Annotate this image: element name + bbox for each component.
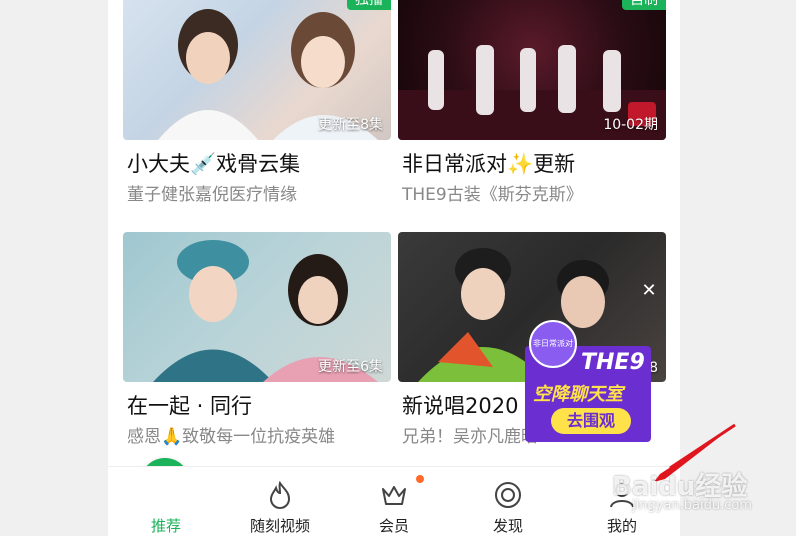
floating-promo-ad[interactable]: 非日常派对 THE9 空降聊天室 去围观 (525, 320, 651, 444)
notification-dot (416, 475, 424, 483)
episode-label: 更新至8集 (318, 117, 383, 133)
tab-label: 随刻视频 (249, 517, 310, 535)
tab-label: 我的 (606, 517, 637, 535)
baidu-watermark-url: jingyan.baidu.com (632, 498, 752, 513)
tab-suike-video[interactable]: 随刻视频 (230, 467, 330, 536)
promo-line1: THE9 (581, 350, 645, 375)
tab-label: 发现 (492, 517, 523, 535)
crown-icon (382, 486, 406, 505)
app-screen: 独播 更新至8集 小大夫💉戏骨云集 董子健张嘉倪医疗情缘 自制 10-02期 非… (108, 0, 680, 536)
flame-icon (269, 480, 291, 509)
exclusive-tag: 独播 (347, 0, 391, 10)
video-subtitle: 感恩🙏致敬每一位抗疫英雄 (127, 427, 336, 447)
tab-label: 推荐 (150, 517, 181, 535)
video-thumbnail[interactable]: 独播 更新至8集 (123, 0, 391, 140)
promo-badge: 非日常派对 (529, 320, 577, 368)
close-icon[interactable]: ✕ (640, 282, 658, 300)
tab-vip[interactable]: 会员 (344, 467, 444, 536)
episode-label: 10-02期 (603, 117, 658, 133)
video-thumbnail[interactable]: 自制 10-02期 (398, 0, 666, 140)
video-thumbnail[interactable]: 更新至6集 (123, 232, 391, 382)
tab-recommend[interactable]: 推荐 (116, 467, 216, 536)
video-subtitle: THE9古装《斯芬克斯》 (402, 185, 583, 205)
bottom-tab-bar: 推荐 随刻视频 会员 发现 我的 (108, 466, 680, 536)
video-subtitle: 董子健张嘉倪医疗情缘 (127, 185, 297, 205)
discover-icon (495, 482, 521, 508)
tab-label: 会员 (378, 517, 409, 535)
video-title[interactable]: 新说唱2020 (402, 390, 518, 420)
video-subtitle: 兄弟！吴亦凡鹿晗 (402, 427, 538, 447)
tab-discover[interactable]: 发现 (458, 467, 558, 536)
video-title[interactable]: 非日常派对✨更新 (402, 148, 575, 178)
promo-button[interactable]: 去围观 (551, 408, 631, 434)
home-icon (154, 467, 178, 491)
video-title[interactable]: 在一起 · 同行 (127, 390, 252, 420)
original-tag: 自制 (622, 0, 666, 10)
promo-line2: 空降聊天室 (533, 384, 623, 405)
episode-label: 更新至6集 (318, 359, 383, 375)
video-title[interactable]: 小大夫💉戏骨云集 (127, 148, 300, 178)
